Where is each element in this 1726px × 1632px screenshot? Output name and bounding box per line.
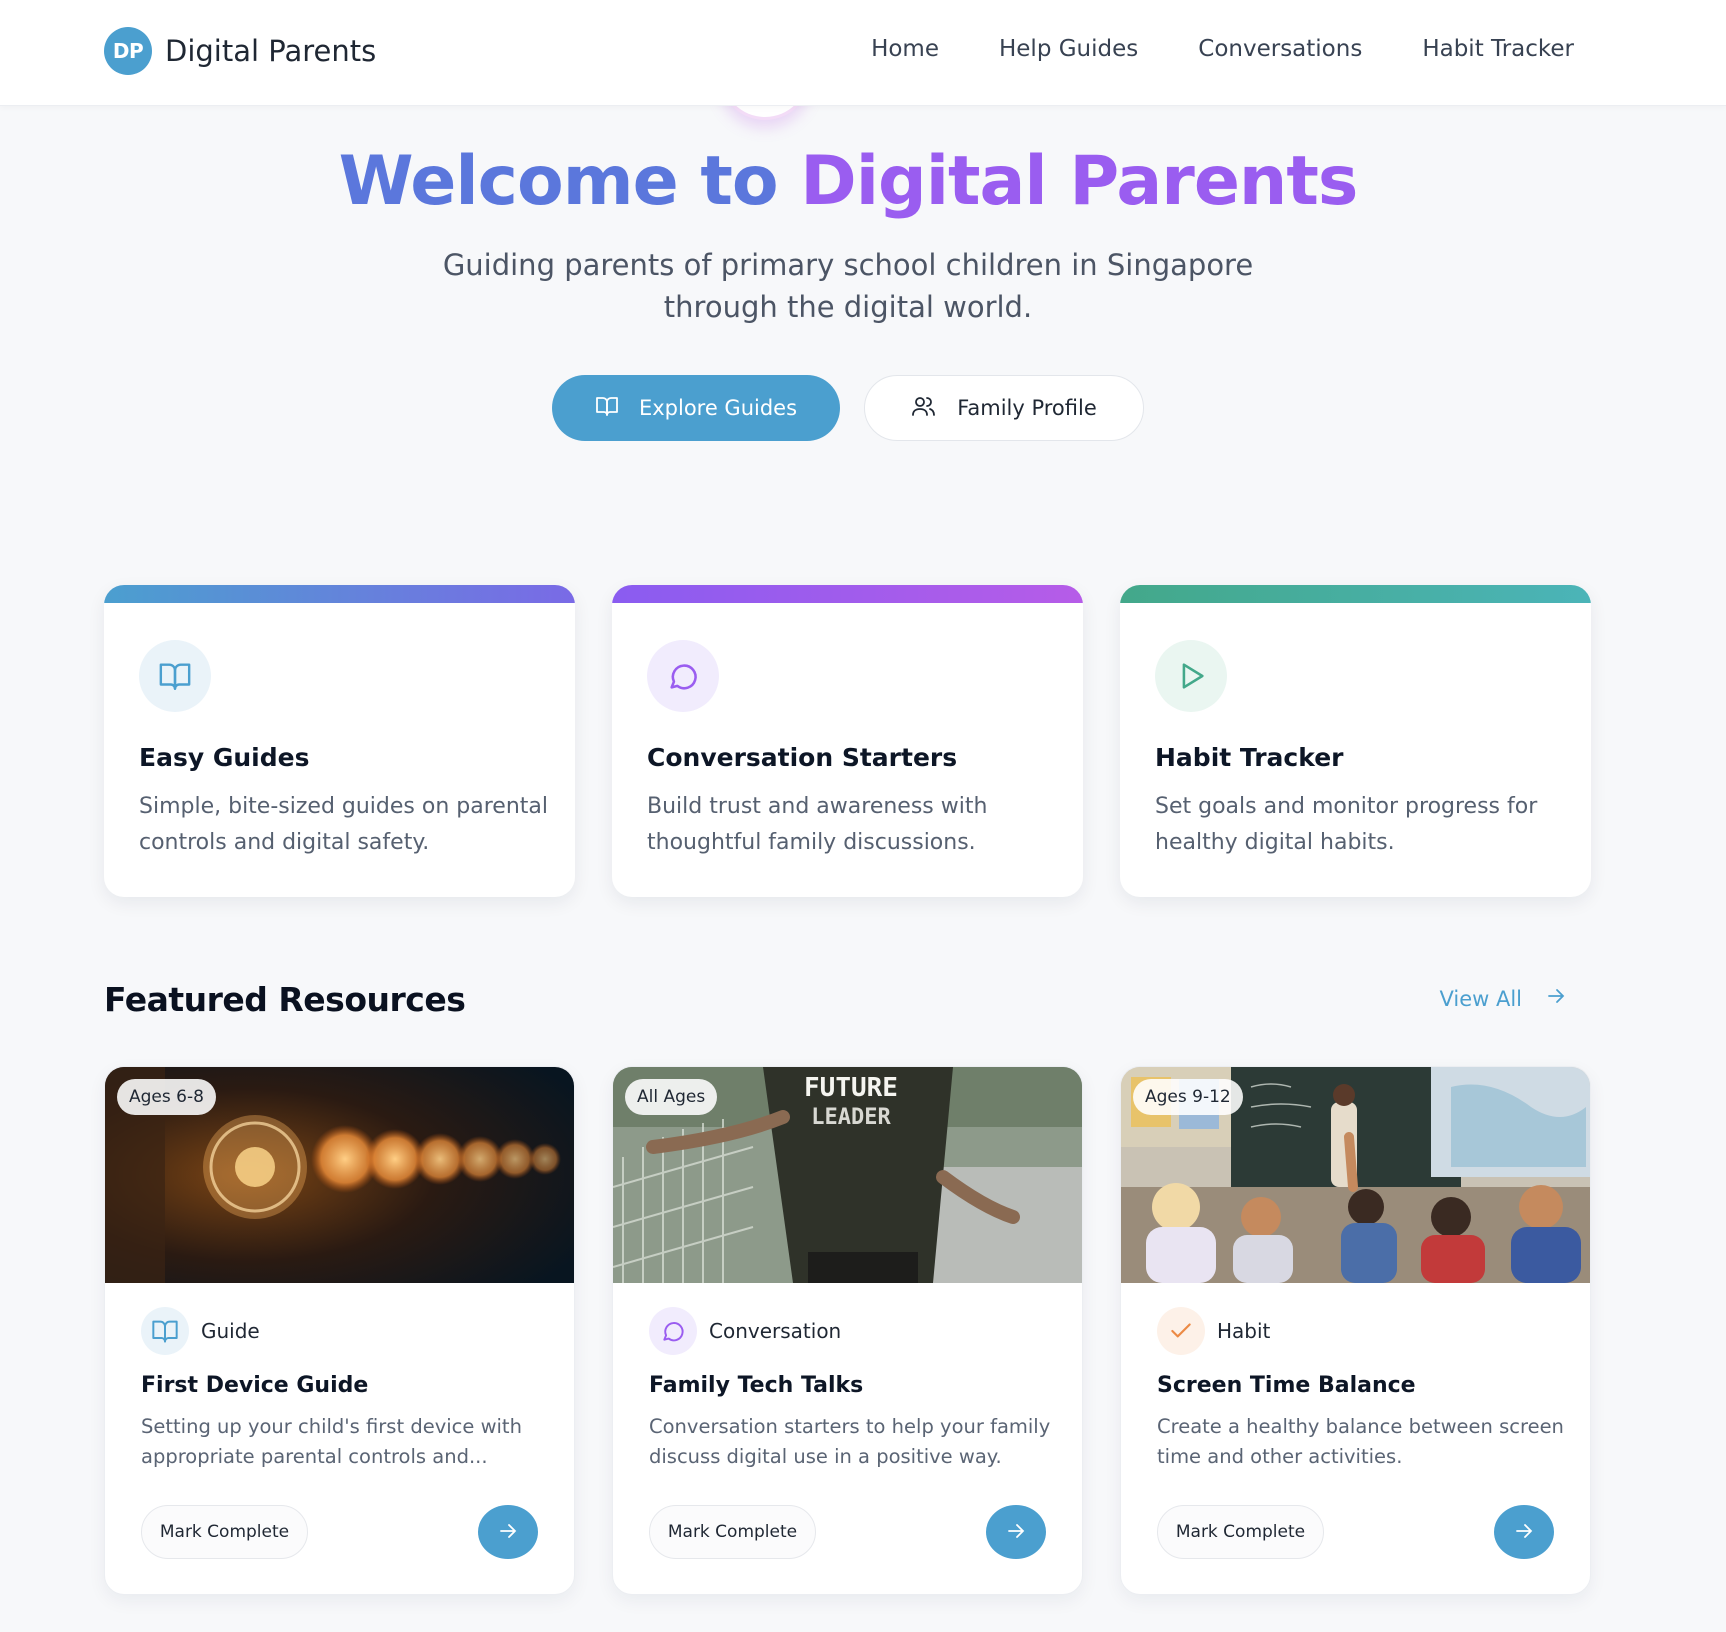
family-profile-label: Family Profile bbox=[957, 396, 1097, 420]
arrow-right-icon bbox=[498, 1521, 518, 1544]
brand[interactable]: DP Digital Parents bbox=[104, 27, 376, 75]
open-resource-button[interactable] bbox=[478, 1505, 538, 1559]
age-badge: All Ages bbox=[625, 1079, 718, 1115]
resource-image-child-shirt: FUTURE LEADER All Ages bbox=[613, 1067, 1082, 1283]
age-badge: Ages 9-12 bbox=[1133, 1079, 1243, 1115]
users-icon bbox=[911, 394, 937, 423]
shirt-print: FUTURE LEADER bbox=[796, 1073, 906, 1133]
resource-title: Screen Time Balance bbox=[1157, 1373, 1416, 1398]
resource-type-label: Habit bbox=[1217, 1319, 1271, 1343]
age-badge: Ages 6-8 bbox=[117, 1079, 216, 1115]
book-icon bbox=[141, 1307, 189, 1355]
shirt-print-line1: FUTURE bbox=[804, 1073, 898, 1103]
feature-card-conversation-starters: Conversation Starters Build trust and aw… bbox=[612, 585, 1083, 897]
brand-name: Digital Parents bbox=[165, 34, 377, 68]
resource-type-label: Guide bbox=[201, 1319, 260, 1343]
play-icon bbox=[1155, 640, 1227, 712]
resources-row: Ages 6-8 Guide First Device Guide Settin… bbox=[104, 1066, 1591, 1595]
arrow-right-icon bbox=[1546, 986, 1566, 1011]
resource-type: Guide bbox=[141, 1307, 260, 1355]
mark-complete-button[interactable]: Mark Complete bbox=[1157, 1505, 1324, 1559]
resource-card-family-tech-talks[interactable]: FUTURE LEADER All Ages Conversation Fami… bbox=[612, 1066, 1083, 1595]
resource-type: Conversation bbox=[649, 1307, 841, 1355]
resource-description: Conversation starters to help your famil… bbox=[649, 1415, 1051, 1468]
book-icon bbox=[139, 640, 211, 712]
feature-title: Habit Tracker bbox=[1155, 743, 1344, 772]
nav-conversations[interactable]: Conversations bbox=[1198, 36, 1362, 62]
resource-card-screen-time-balance[interactable]: Ages 9-12 Habit Screen Time Balance Crea… bbox=[1120, 1066, 1591, 1595]
hero-buttons: Explore Guides Family Profile bbox=[552, 375, 1144, 441]
family-profile-button[interactable]: Family Profile bbox=[864, 375, 1144, 441]
nav-home[interactable]: Home bbox=[871, 36, 939, 62]
hero-subtitle: Guiding parents of primary school childr… bbox=[442, 248, 1254, 324]
resource-type: Habit bbox=[1157, 1307, 1270, 1355]
nav-links: Home Help Guides Conversations Habit Tra… bbox=[871, 36, 1574, 62]
card-accent-bar bbox=[612, 585, 1083, 603]
mark-complete-button[interactable]: Mark Complete bbox=[649, 1505, 816, 1559]
features-row: Easy Guides Simple, bite-sized guides on… bbox=[104, 585, 1591, 897]
resource-card-first-device-guide[interactable]: Ages 6-8 Guide First Device Guide Settin… bbox=[104, 1066, 575, 1595]
resource-image-lightbulb: Ages 6-8 bbox=[105, 1067, 574, 1283]
book-icon bbox=[595, 394, 619, 423]
card-accent-bar bbox=[104, 585, 575, 603]
arrow-right-icon bbox=[1514, 1521, 1534, 1544]
open-resource-button[interactable] bbox=[986, 1505, 1046, 1559]
hero-title: Welcome to Digital Parents bbox=[0, 142, 1696, 221]
nav-habit-tracker[interactable]: Habit Tracker bbox=[1422, 36, 1574, 62]
resource-description: Setting up your child's first device wit… bbox=[141, 1415, 522, 1468]
top-navigation: DP Digital Parents Home Help Guides Conv… bbox=[0, 0, 1726, 106]
resource-title: First Device Guide bbox=[141, 1373, 369, 1398]
resource-type-label: Conversation bbox=[709, 1319, 842, 1343]
feature-description: Build trust and awareness with thoughtfu… bbox=[647, 794, 988, 855]
hero-title-part2: Digital Parents bbox=[800, 142, 1358, 221]
feature-description: Set goals and monitor progress for healt… bbox=[1155, 794, 1538, 855]
chat-bubble-icon bbox=[649, 1307, 697, 1355]
feature-card-habit-tracker: Habit Tracker Set goals and monitor prog… bbox=[1120, 585, 1591, 897]
feature-title: Easy Guides bbox=[139, 743, 310, 772]
card-accent-bar bbox=[1120, 585, 1591, 603]
explore-guides-label: Explore Guides bbox=[638, 396, 798, 420]
arrow-right-icon bbox=[1006, 1521, 1026, 1544]
featured-resources-title: Featured Resources bbox=[104, 980, 466, 1019]
feature-title: Conversation Starters bbox=[647, 743, 958, 772]
mark-complete-button[interactable]: Mark Complete bbox=[141, 1505, 308, 1559]
hero-title-part1: Welcome to bbox=[338, 142, 779, 221]
feature-description: Simple, bite-sized guides on parental co… bbox=[139, 794, 548, 855]
logo-badge: DP bbox=[104, 27, 152, 75]
resource-title: Family Tech Talks bbox=[649, 1373, 864, 1398]
nav-help-guides[interactable]: Help Guides bbox=[999, 36, 1138, 62]
explore-guides-button[interactable]: Explore Guides bbox=[552, 375, 840, 441]
check-icon bbox=[1157, 1307, 1205, 1355]
resource-image-classroom: Ages 9-12 bbox=[1121, 1067, 1590, 1283]
shirt-print-line2: LEADER bbox=[811, 1105, 891, 1130]
view-all-label: View All bbox=[1439, 986, 1522, 1011]
resource-description: Create a healthy balance between screen … bbox=[1157, 1415, 1564, 1468]
feature-card-easy-guides: Easy Guides Simple, bite-sized guides on… bbox=[104, 585, 575, 897]
view-all-link[interactable]: View All bbox=[1439, 986, 1566, 1011]
open-resource-button[interactable] bbox=[1494, 1505, 1554, 1559]
chat-bubble-icon bbox=[647, 640, 719, 712]
